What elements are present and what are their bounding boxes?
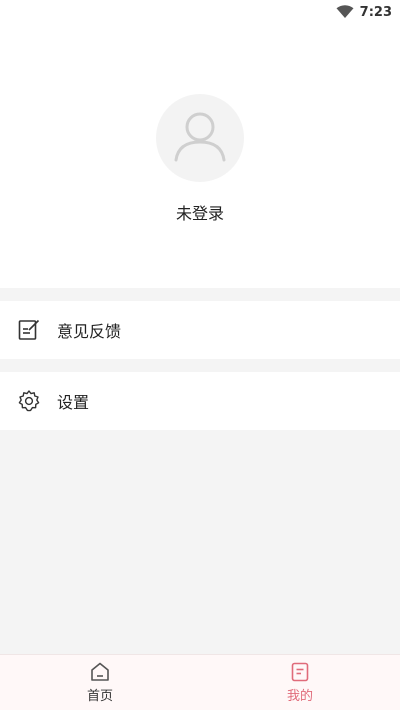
- feedback-icon: [17, 318, 41, 342]
- login-status-text[interactable]: 未登录: [0, 200, 400, 224]
- tab-home[interactable]: 首页: [0, 655, 200, 710]
- profile-doc-icon: [291, 662, 309, 682]
- tab-label: 首页: [86, 689, 113, 704]
- menu-item-label: 设置: [57, 393, 90, 412]
- menu-item-label: 意见反馈: [57, 322, 122, 341]
- avatar[interactable]: [156, 94, 244, 182]
- tab-label: 我的: [286, 689, 313, 704]
- gear-icon: [17, 389, 41, 413]
- home-icon: [91, 662, 109, 681]
- status-bar: 7:23: [0, 0, 400, 24]
- menu-item-settings[interactable]: 设置: [0, 372, 400, 430]
- bottom-tab-bar: 首页 我的: [0, 654, 400, 710]
- status-time: 7:23: [359, 4, 392, 20]
- profile-header: 未登录: [0, 24, 400, 288]
- menu-item-feedback[interactable]: 意见反馈: [0, 301, 400, 359]
- tab-mine[interactable]: 我的: [200, 655, 400, 710]
- wifi-icon: [336, 5, 354, 18]
- user-avatar-icon: [174, 112, 226, 162]
- profile-screen: 7:23 未登录 意见反馈 设置 首页 我的: [0, 0, 400, 710]
